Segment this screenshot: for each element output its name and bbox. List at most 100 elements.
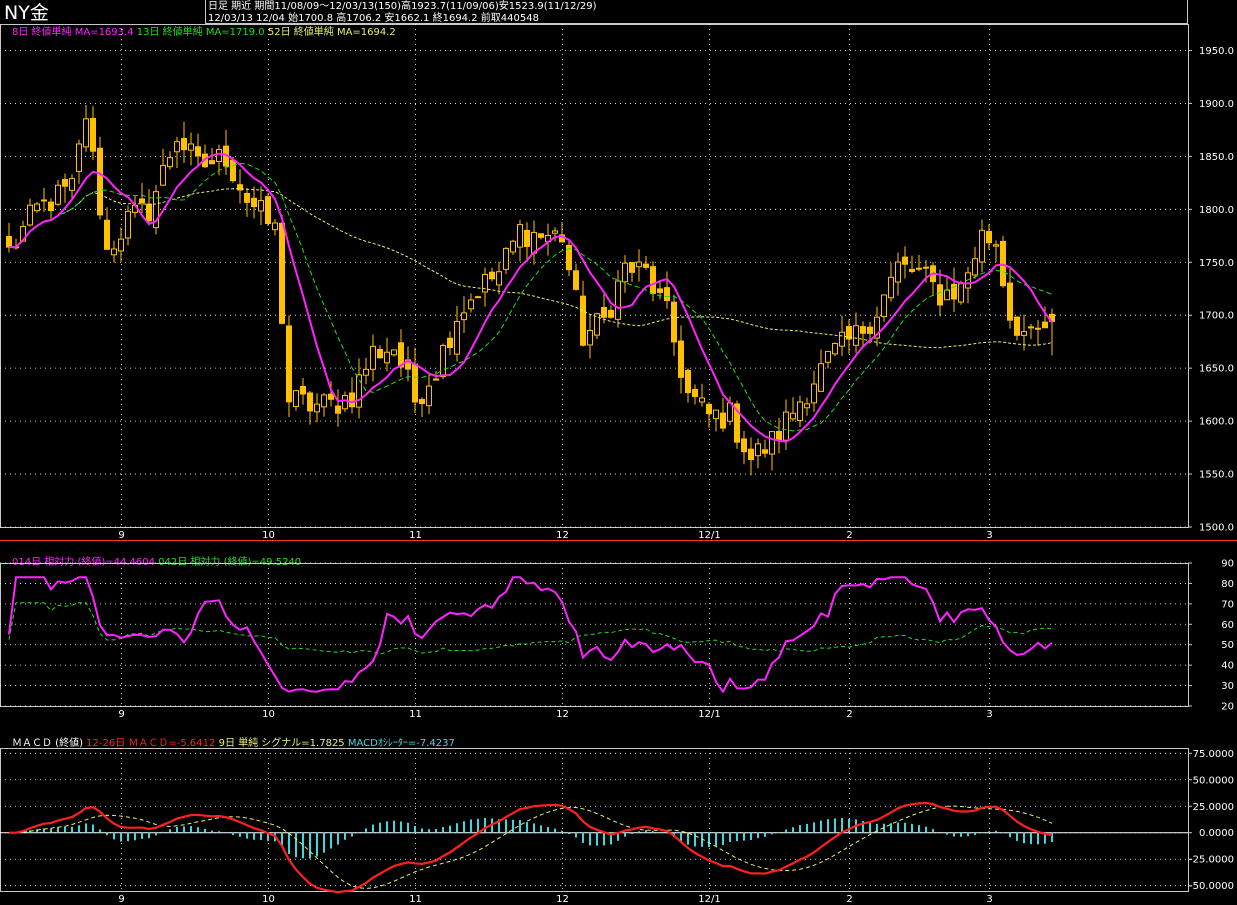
candle-body bbox=[860, 326, 866, 334]
candle-body bbox=[524, 229, 530, 247]
rsi-panel: 90 80 70 60 50 40 30 20 9 10 11 12 12/1 2 3 bbox=[0, 559, 1234, 720]
macd-x-tick-label: 11 bbox=[409, 894, 422, 905]
candle-body bbox=[55, 184, 61, 205]
signal-line bbox=[9, 805, 1053, 890]
candle-body bbox=[1042, 321, 1048, 329]
candle-body bbox=[209, 160, 215, 165]
candle-body bbox=[447, 337, 453, 349]
candle-body bbox=[713, 409, 719, 420]
candle-body bbox=[762, 449, 768, 454]
candle-body bbox=[622, 262, 628, 283]
candle-body bbox=[412, 363, 418, 403]
price-x-tick-label: 10 bbox=[262, 530, 275, 541]
candle-body bbox=[265, 196, 271, 225]
ma8-line bbox=[8, 152, 1053, 443]
rsi-x-tick-label: 10 bbox=[262, 709, 275, 720]
candle-body bbox=[475, 296, 481, 299]
candle-body bbox=[888, 276, 894, 299]
candle-body bbox=[286, 325, 292, 403]
candle-body bbox=[356, 374, 362, 408]
candle-body bbox=[167, 157, 173, 168]
candle-body bbox=[41, 199, 47, 202]
candle-body bbox=[867, 326, 873, 334]
candle-body bbox=[853, 325, 859, 346]
candle-body bbox=[538, 233, 544, 238]
candle-body bbox=[384, 351, 390, 364]
candle-body bbox=[104, 219, 110, 250]
price-y-tick-label: 1800.0 bbox=[1199, 205, 1234, 216]
candle-body bbox=[979, 229, 985, 263]
macd-y-tick-label: 75.0000 bbox=[1193, 749, 1234, 760]
macd-y-tick-label: 0.0000 bbox=[1199, 828, 1234, 839]
candle-body bbox=[510, 240, 516, 253]
candle-body bbox=[433, 378, 439, 381]
candle-body bbox=[818, 363, 824, 392]
macd-panel: 75.0000 50.0000 25.0000 0.0000 -25.0000 -50.0… bbox=[0, 748, 1234, 905]
candle-body bbox=[27, 204, 33, 226]
candle-body bbox=[1007, 282, 1013, 321]
candle-body bbox=[986, 231, 992, 244]
candle-body bbox=[244, 192, 250, 203]
macd-y-tick-label: 25.0000 bbox=[1193, 802, 1234, 813]
candle-body bbox=[321, 394, 327, 408]
candle-body bbox=[307, 392, 313, 412]
macd-x-tick-label: 2 bbox=[846, 894, 852, 905]
candle-body bbox=[69, 177, 75, 191]
candle-body bbox=[195, 146, 201, 157]
candle-body bbox=[678, 340, 684, 378]
rsi-y-tick-label: 60 bbox=[1221, 620, 1234, 631]
candle-body bbox=[461, 312, 467, 321]
candle-body bbox=[839, 331, 845, 347]
candle-body bbox=[482, 273, 488, 293]
candle-body bbox=[230, 159, 236, 182]
macd-x-tick-label: 10 bbox=[262, 894, 275, 905]
candle-body bbox=[790, 412, 796, 420]
rsi14-line bbox=[8, 576, 1053, 694]
macd-y-tick-label: -25.0000 bbox=[1189, 855, 1234, 866]
candle-body bbox=[279, 222, 285, 324]
candle-body bbox=[160, 164, 166, 186]
candle-body bbox=[741, 438, 747, 453]
candle-body bbox=[937, 284, 943, 306]
candle-body bbox=[706, 403, 712, 415]
price-x-tick-label: 9 bbox=[118, 530, 124, 541]
price-y-tick-label: 1600.0 bbox=[1199, 417, 1234, 428]
candle-body bbox=[615, 280, 621, 320]
rsi-x-tick-label: 12 bbox=[556, 709, 569, 720]
macd-x-tick-label: 12 bbox=[556, 894, 569, 905]
candle-body bbox=[314, 403, 320, 413]
candle-body bbox=[636, 261, 642, 268]
price-y-tick-label: 1750.0 bbox=[1199, 258, 1234, 269]
candle-body bbox=[517, 224, 523, 248]
rsi-y-tick-label: 40 bbox=[1221, 661, 1234, 672]
chart-svg: 1950.0 1900.0 1850.0 1800.0 1750.0 1700.0 1650… bbox=[0, 24, 1237, 905]
candle-body bbox=[755, 443, 761, 457]
candle-body bbox=[468, 299, 474, 310]
candle-body bbox=[769, 431, 775, 455]
rsi-y-tick-label: 70 bbox=[1221, 599, 1234, 610]
candle-body bbox=[181, 138, 187, 151]
candle-body bbox=[699, 397, 705, 403]
candle-body bbox=[685, 369, 691, 394]
price-x-tick-label: 12/1 bbox=[698, 530, 720, 541]
candle-body bbox=[1014, 316, 1020, 336]
macd-frame bbox=[0, 748, 1189, 892]
macd-y-tick-label: 50.0000 bbox=[1193, 775, 1234, 786]
candle-body bbox=[720, 412, 726, 429]
candle-body bbox=[454, 321, 460, 355]
candle-body bbox=[629, 262, 635, 273]
rsi-y-tick-label: 90 bbox=[1221, 559, 1234, 570]
candle-body bbox=[650, 266, 656, 294]
price-y-tick-label: 1950.0 bbox=[1199, 46, 1234, 57]
price-y-tick-label: 1550.0 bbox=[1199, 470, 1234, 481]
candle-body bbox=[370, 345, 376, 370]
candle-body bbox=[909, 268, 915, 272]
candle-body bbox=[797, 401, 803, 422]
candle-body bbox=[146, 203, 152, 222]
candle-body bbox=[881, 294, 887, 317]
candle-body bbox=[118, 238, 124, 252]
candle-body bbox=[902, 256, 908, 265]
candle-body bbox=[293, 390, 299, 407]
candle-body bbox=[258, 200, 264, 212]
candle-body bbox=[1000, 240, 1006, 287]
